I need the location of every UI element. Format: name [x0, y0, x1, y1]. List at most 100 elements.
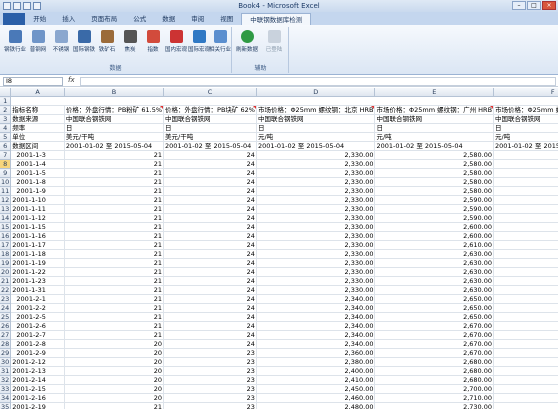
- table-cell[interactable]: 2,330.00: [256, 249, 376, 260]
- table-cell[interactable]: 2,380.00: [493, 240, 558, 251]
- table-cell[interactable]: 2,330.00: [256, 150, 376, 161]
- table-cell[interactable]: 2001-1-12: [10, 213, 65, 224]
- table-cell[interactable]: 2,330.00: [256, 258, 376, 269]
- table-cell[interactable]: 价格：外盘行情：PB块矿 62%: [163, 105, 257, 116]
- row-header[interactable]: 9: [0, 168, 12, 179]
- table-cell[interactable]: 24: [163, 231, 257, 242]
- table-cell[interactable]: 2,340.00: [256, 303, 376, 314]
- row-header[interactable]: 18: [0, 249, 12, 260]
- related-industry-button[interactable]: 相关行业: [207, 30, 233, 62]
- table-cell[interactable]: 21: [64, 258, 165, 269]
- table-cell[interactable]: 2,450.00: [256, 384, 376, 395]
- table-cell[interactable]: 2,330.00: [256, 276, 376, 287]
- table-cell[interactable]: 24: [163, 240, 257, 251]
- table-cell[interactable]: 24: [163, 204, 257, 215]
- table-cell[interactable]: 2,400.00: [493, 348, 558, 359]
- table-cell[interactable]: 2,390.00: [493, 339, 558, 350]
- table-cell[interactable]: 24: [163, 222, 257, 233]
- select-all-corner[interactable]: [0, 88, 12, 98]
- table-cell[interactable]: 20: [64, 366, 165, 377]
- row-header[interactable]: 13: [0, 204, 12, 215]
- table-cell[interactable]: 2001-1-8: [10, 177, 65, 188]
- table-cell[interactable]: 2,670.00: [374, 348, 495, 359]
- table-cell[interactable]: 2,730.00: [374, 402, 495, 409]
- tab-data[interactable]: 数据: [154, 13, 183, 25]
- table-cell[interactable]: 2001-01-02 至 2015-05-04: [374, 141, 495, 152]
- table-cell[interactable]: 数据来源: [10, 114, 65, 125]
- table-cell[interactable]: 2,680.00: [374, 366, 495, 377]
- table-cell[interactable]: 2,580.00: [374, 159, 495, 170]
- table-cell[interactable]: 21: [64, 150, 165, 161]
- table-cell[interactable]: 2001-2-9: [10, 348, 65, 359]
- tab-formulas[interactable]: 公式: [125, 13, 154, 25]
- table-cell[interactable]: 23: [163, 366, 257, 377]
- table-cell[interactable]: 元/吨: [256, 132, 376, 143]
- table-cell[interactable]: 日: [493, 123, 558, 134]
- table-cell[interactable]: 2001-01-02 至 2015-05-04: [64, 141, 165, 152]
- table-cell[interactable]: 2001-01-02 至 2015-05-04: [493, 141, 558, 152]
- table-cell[interactable]: 单位: [10, 132, 65, 143]
- column-header[interactable]: D: [256, 88, 376, 98]
- table-cell[interactable]: 24: [163, 186, 257, 197]
- table-cell[interactable]: 2,380.00: [493, 168, 558, 179]
- column-header[interactable]: B: [64, 88, 165, 98]
- close-button[interactable]: ×: [542, 1, 556, 10]
- row-header[interactable]: 28: [0, 339, 12, 350]
- row-header[interactable]: 2: [0, 105, 12, 116]
- table-cell[interactable]: 24: [163, 276, 257, 287]
- table-cell[interactable]: 2,330.00: [256, 231, 376, 242]
- tab-insert[interactable]: 插入: [54, 13, 83, 25]
- table-cell[interactable]: 市场价格：Φ25mm 螺纹钢：上海 HRB: [493, 105, 558, 116]
- table-cell[interactable]: 21: [64, 186, 165, 197]
- table-cell[interactable]: 24: [163, 249, 257, 260]
- table-cell[interactable]: 2,380.00: [256, 357, 376, 368]
- table-cell[interactable]: 2,370.00: [493, 213, 558, 224]
- table-cell[interactable]: 2001-2-12: [10, 357, 65, 368]
- table-cell[interactable]: 23: [163, 348, 257, 359]
- table-cell[interactable]: 2,330.00: [256, 159, 376, 170]
- table-cell[interactable]: 24: [163, 213, 257, 224]
- table-cell[interactable]: 2,330.00: [256, 213, 376, 224]
- table-cell[interactable]: 2,390.00: [493, 321, 558, 332]
- table-cell[interactable]: 20: [64, 393, 165, 404]
- table-cell[interactable]: 21: [64, 402, 165, 409]
- table-cell[interactable]: 21: [64, 276, 165, 287]
- table-cell[interactable]: 21: [64, 231, 165, 242]
- table-cell[interactable]: 21: [64, 213, 165, 224]
- table-cell[interactable]: 2,340.00: [256, 294, 376, 305]
- table-cell[interactable]: 数据区间: [10, 141, 65, 152]
- table-cell[interactable]: 2,340.00: [256, 321, 376, 332]
- table-cell[interactable]: 2,600.00: [374, 222, 495, 233]
- table-cell[interactable]: 2001-2-13: [10, 366, 65, 377]
- tab-page-layout[interactable]: 页面布局: [83, 13, 125, 25]
- table-cell[interactable]: 2001-1-4: [10, 159, 65, 170]
- table-cell[interactable]: 中国联合钢铁网: [163, 114, 257, 125]
- table-cell[interactable]: 2,590.00: [374, 213, 495, 224]
- table-cell[interactable]: 2,650.00: [374, 312, 495, 323]
- row-header[interactable]: 3: [0, 114, 12, 125]
- row-header[interactable]: 8: [0, 159, 12, 170]
- table-cell[interactable]: 2,650.00: [374, 303, 495, 314]
- row-header[interactable]: 4: [0, 123, 12, 134]
- table-cell[interactable]: 2,670.00: [374, 321, 495, 332]
- table-cell[interactable]: 2001-1-23: [10, 276, 65, 287]
- table-cell[interactable]: 2001-1-9: [10, 186, 65, 197]
- table-cell[interactable]: 2,380.00: [493, 285, 558, 296]
- table-cell[interactable]: 2,380.00: [493, 231, 558, 242]
- table-cell[interactable]: 2001-01-02 至 2015-05-04: [256, 141, 376, 152]
- row-header[interactable]: 26: [0, 321, 12, 332]
- table-cell[interactable]: 20: [64, 348, 165, 359]
- table-cell[interactable]: 2,530.00: [493, 402, 558, 409]
- table-cell[interactable]: 2,330.00: [256, 222, 376, 233]
- table-cell[interactable]: 2,670.00: [374, 330, 495, 341]
- table-cell[interactable]: 2001-2-6: [10, 321, 65, 332]
- table-cell[interactable]: 21: [64, 294, 165, 305]
- row-header[interactable]: 5: [0, 132, 12, 143]
- table-cell[interactable]: 2,380.00: [493, 150, 558, 161]
- table-cell[interactable]: 指标名称: [10, 105, 65, 116]
- table-cell[interactable]: 2,630.00: [374, 258, 495, 269]
- table-cell[interactable]: 2,390.00: [493, 312, 558, 323]
- table-cell[interactable]: 2001-1-31: [10, 285, 65, 296]
- table-cell[interactable]: 日: [64, 123, 165, 134]
- table-cell[interactable]: 2001-1-22: [10, 267, 65, 278]
